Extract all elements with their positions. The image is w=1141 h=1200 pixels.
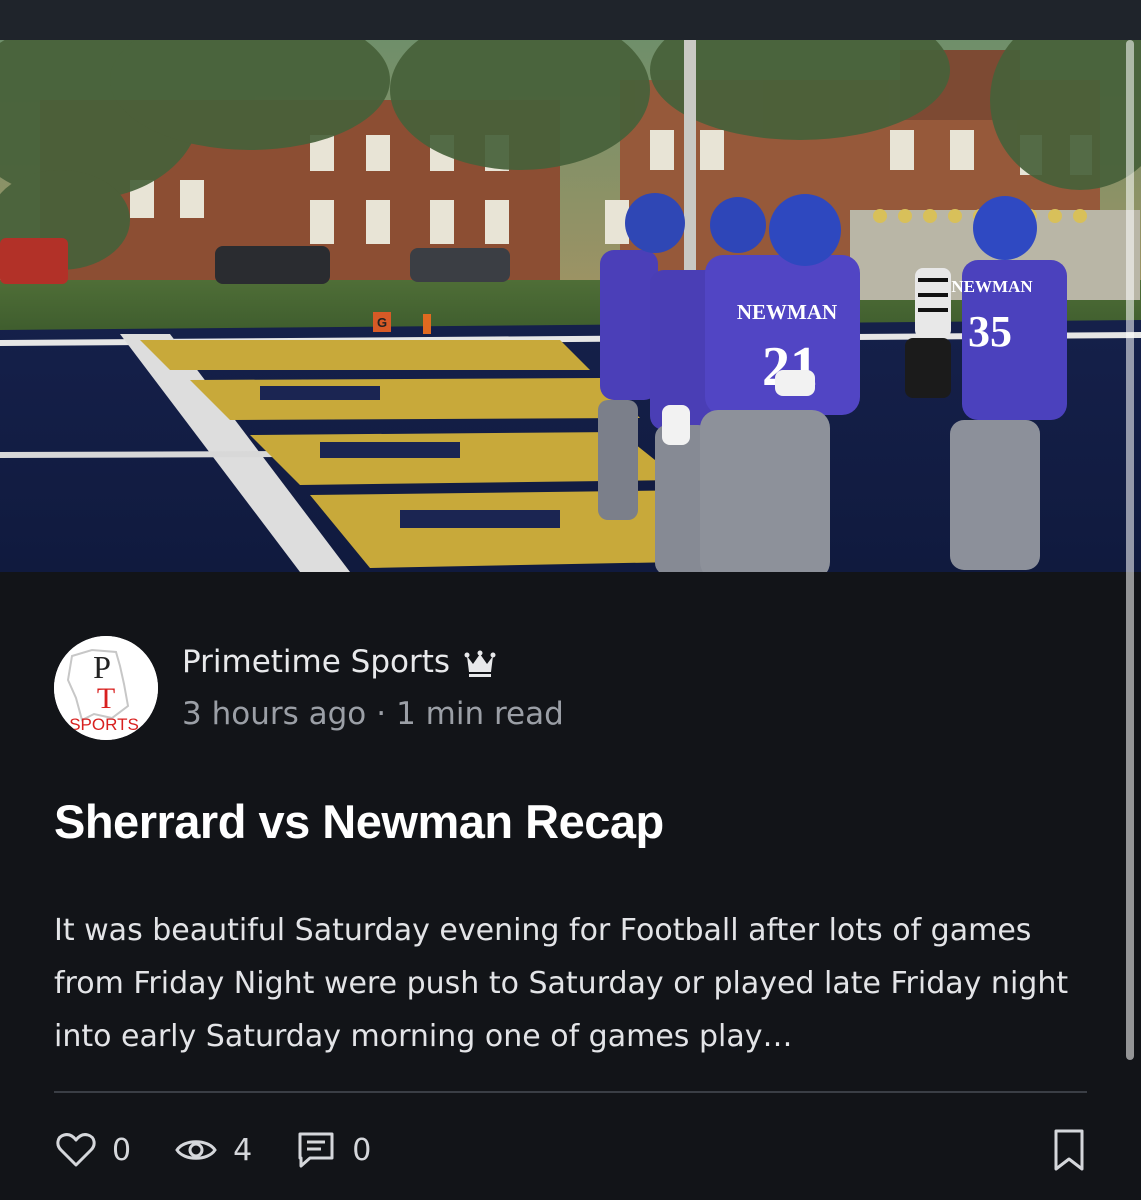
- scrollbar[interactable]: [1126, 40, 1134, 1060]
- post-stats: 0 4 0: [56, 1126, 415, 1174]
- divider: [54, 1091, 1087, 1093]
- published-time: 3 hours ago: [182, 696, 367, 732]
- primetime-sports-logo: P T SPORTS: [54, 636, 158, 740]
- read-time: 1 min read: [396, 696, 564, 732]
- post-meta: P T SPORTS Primetime Sports 3 hours ago ·…: [54, 636, 564, 740]
- views-count: 4: [233, 1132, 253, 1168]
- jersey-text-newman: NEWMAN: [737, 300, 837, 324]
- bookmark-button[interactable]: [1052, 1128, 1086, 1172]
- avatar[interactable]: P T SPORTS: [54, 636, 158, 740]
- svg-text:NEWMAN: NEWMAN: [951, 277, 1033, 296]
- meta-separator: ·: [376, 696, 387, 732]
- svg-text:T: T: [97, 682, 115, 715]
- svg-text:G: G: [377, 315, 387, 330]
- like-count: 0: [112, 1132, 132, 1168]
- comment-count: 0: [352, 1132, 372, 1168]
- heart-icon: [56, 1133, 96, 1167]
- post-title[interactable]: Sherrard vs Newman Recap: [54, 790, 664, 854]
- comment-button[interactable]: 0: [296, 1130, 371, 1170]
- bookmark-icon: [1054, 1129, 1084, 1171]
- author-name[interactable]: Primetime Sports: [182, 642, 450, 682]
- post-cover-image[interactable]: G NEWMAN 21 NEWMAN 35: [0, 40, 1141, 572]
- comment-icon: [298, 1132, 334, 1168]
- post-excerpt[interactable]: It was beautiful Saturday evening for Fo…: [54, 904, 1104, 1063]
- svg-text:SPORTS: SPORTS: [69, 715, 139, 734]
- views-stat: 4: [175, 1133, 252, 1168]
- svg-text:P: P: [93, 649, 111, 685]
- eye-icon: [175, 1140, 217, 1160]
- svg-text:35: 35: [968, 307, 1012, 356]
- top-app-strip: [0, 0, 1141, 40]
- like-button[interactable]: 0: [56, 1132, 131, 1168]
- crown-icon: [464, 648, 496, 677]
